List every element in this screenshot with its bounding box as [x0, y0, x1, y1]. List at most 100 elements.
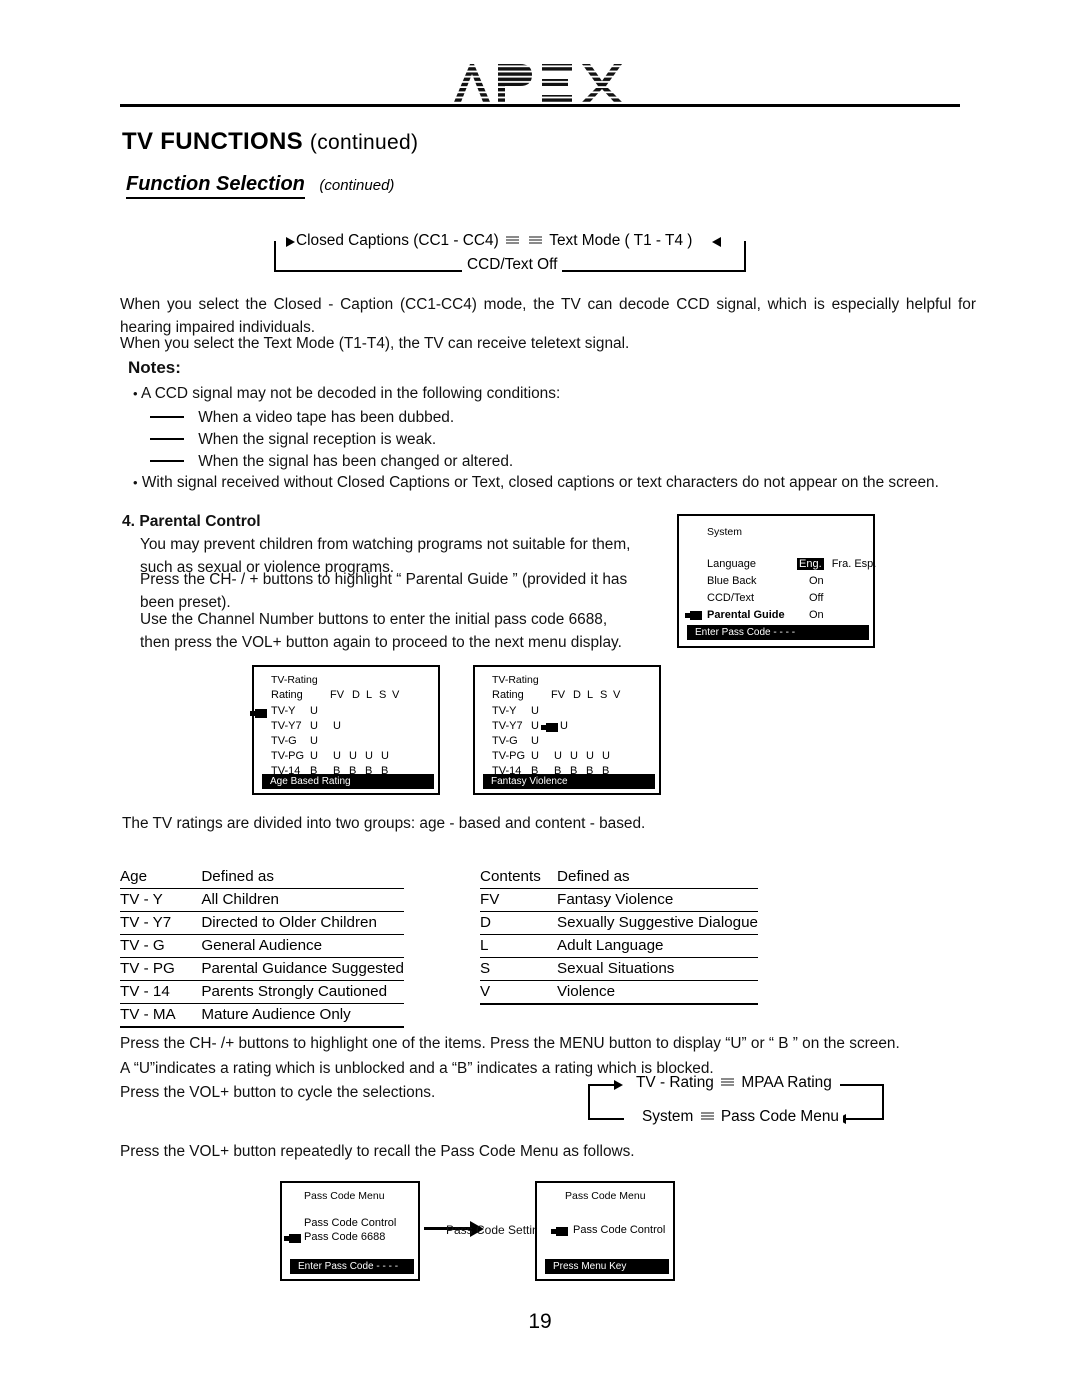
system-row-ccd-text-value[interactable]: Off	[809, 592, 823, 604]
selection-cursor-icon	[551, 1227, 568, 1236]
bullet-dot-icon: •	[133, 386, 138, 401]
tv-rating-left-age-tvy7[interactable]: U	[310, 720, 318, 732]
passcode-left-row-code[interactable]: Pass Code 6688	[304, 1231, 385, 1243]
tv-rating-left-fv-tvy7[interactable]: U	[333, 720, 341, 732]
selection-cursor-icon	[284, 1234, 301, 1243]
tv-rating-left-d-tvpg[interactable]: U	[349, 750, 357, 762]
system-row-blue-back-value[interactable]: On	[809, 575, 824, 587]
tv-rating-left-age-tvpg[interactable]: U	[310, 750, 318, 762]
tv-rating-osd-content-based: TV-Rating Rating FV D L S V TV-Y U TV-Y7…	[473, 665, 661, 795]
tv-rating-right-row-tvy7[interactable]: TV-Y7	[492, 720, 523, 732]
flow-ccd-text-off-label: CCD/Text Off	[462, 256, 563, 274]
tv-rating-right-fv-tvpg[interactable]: U	[554, 750, 562, 762]
parental-control-heading: 4. Parental Control	[122, 513, 261, 530]
system-row-parental-guide[interactable]: Parental Guide	[707, 609, 785, 621]
tv-rating-right-age-tvg[interactable]: U	[531, 735, 539, 747]
tv-rating-right-row-tvg[interactable]: TV-G	[492, 735, 518, 747]
tv-rating-left-row-tvpg[interactable]: TV-PG	[271, 750, 304, 762]
tv-rating-right-l-tvpg[interactable]: U	[586, 750, 594, 762]
bottom-paragraph-1: Press the CH- /+ buttons to highlight on…	[120, 1035, 900, 1052]
apex-logo-glyphs	[454, 63, 622, 102]
tv-rating-left-fv-tvpg[interactable]: U	[333, 750, 341, 762]
system-row-blue-back[interactable]: Blue Back	[707, 575, 757, 587]
age-table-header-row: Age Defined as	[120, 866, 404, 889]
flow2-tv-rating-label: TV - Rating	[636, 1074, 714, 1091]
age-rating-table: Age Defined as TV - Y All Children TV - …	[120, 866, 404, 1028]
contents-table-col2-header: Defined as	[551, 866, 758, 889]
tv-rating-right-age-tvy7[interactable]: U	[531, 720, 539, 732]
passcode-left-status-bar: Enter Pass Code - - - -	[290, 1259, 414, 1274]
system-row-language[interactable]: Language	[707, 558, 756, 570]
system-menu-osd: System Language Eng. Fra. Esp. Blue Back…	[677, 514, 876, 648]
flow2-system-label: System	[642, 1108, 694, 1125]
tv-rating-right-d-tvpg[interactable]: U	[570, 750, 578, 762]
tv-rating-left-age-tvg[interactable]: U	[310, 735, 318, 747]
flow2-right-connector	[882, 1084, 884, 1120]
age-def-tvy7: Directed to Older Children	[195, 911, 404, 935]
tv-rating-left-row-tvy[interactable]: TV-Y	[271, 705, 295, 717]
tv-rating-right-row-tvpg[interactable]: TV-PG	[492, 750, 525, 762]
switch-right-icon	[506, 235, 519, 246]
table-row: S Sexual Situations	[480, 957, 758, 981]
switch-left-icon	[721, 1077, 735, 1088]
passcode-right-status-bar: Press Menu Key	[545, 1259, 669, 1274]
switch-right-icon	[700, 1111, 714, 1122]
system-row-ccd-text[interactable]: CCD/Text	[707, 592, 754, 604]
tv-rating-right-row-tvy[interactable]: TV-Y	[492, 705, 516, 717]
selection-cursor-icon	[541, 723, 558, 732]
tv-rating-right-col-v: V	[613, 689, 621, 701]
notes-bullet-1-text: A CCD signal may not be decoded in the f…	[141, 385, 561, 402]
page-number: 19	[528, 1310, 552, 1333]
flow2-row-top: TV - Rating MPAA Rating	[632, 1074, 836, 1092]
tv-rating-right-s-tvpg[interactable]: U	[602, 750, 610, 762]
flow-arrow-right-icon	[286, 237, 295, 247]
age-def-tvpg: Parental Guidance Suggested	[195, 957, 404, 981]
passcode-right-row-control[interactable]: Pass Code Control	[573, 1224, 665, 1236]
dash-icon	[150, 416, 184, 418]
age-code-tvma: TV - MA	[120, 1003, 196, 1028]
tv-rating-right-col-l: L	[587, 689, 594, 701]
table-row: TV - Y All Children	[120, 888, 404, 912]
tv-rating-right-age-tvy[interactable]: U	[531, 705, 539, 717]
age-def-tvma: Mature Audience Only	[195, 1003, 404, 1028]
contents-def-s: Sexual Situations	[551, 957, 758, 981]
intro-paragraph-2: When you select the Text Mode (T1-T4), t…	[120, 335, 630, 352]
age-def-tvg: General Audience	[195, 934, 404, 958]
page-title-main: TV FUNCTIONS	[122, 128, 303, 155]
age-code-tvy7: TV - Y7	[120, 911, 196, 935]
tv-rating-left-col-fv: FV	[330, 689, 345, 701]
language-other-values: Fra. Esp.	[831, 558, 877, 570]
passcode-left-row-control[interactable]: Pass Code Control	[304, 1217, 396, 1229]
system-menu-title: System	[707, 526, 743, 538]
tv-rating-right-age-tvpg[interactable]: U	[531, 750, 539, 762]
system-row-parental-guide-value[interactable]: On	[809, 609, 824, 621]
flow2-pass-code-menu-label: Pass Code Menu	[720, 1108, 839, 1125]
tv-rating-left-l-tvpg[interactable]: U	[365, 750, 373, 762]
notes-dash-text-1: When a video tape has been dubbed.	[198, 409, 455, 426]
section-heading: Function Selection (continued)	[126, 173, 394, 199]
age-table-col1-header: Age	[120, 866, 196, 889]
tv-rating-right-fv-tvy7[interactable]: U	[560, 720, 568, 732]
table-row: L Adult Language	[480, 934, 758, 958]
tv-rating-right-title: TV-Rating	[492, 674, 539, 686]
tv-rating-left-s-tvpg[interactable]: U	[381, 750, 389, 762]
tv-rating-left-row-tvy7[interactable]: TV-Y7	[271, 720, 302, 732]
menu-cycle-flow-diagram: TV - Rating MPAA Rating System Pass Code…	[588, 1074, 888, 1126]
selection-cursor-icon	[685, 611, 702, 620]
flow2-bottom-left-line	[588, 1118, 624, 1120]
notes-dash-item-3: When the signal has been changed or alte…	[150, 450, 513, 473]
tv-rating-left-col-l: L	[366, 689, 373, 701]
tv-rating-left-status-bar: Age Based Rating	[262, 774, 434, 789]
table-row: D Sexually Suggestive Dialogue	[480, 911, 758, 935]
age-code-tvg: TV - G	[120, 934, 196, 958]
contents-code-v: V	[480, 980, 552, 1005]
table-row: TV - PG Parental Guidance Suggested	[120, 957, 404, 981]
apex-logo	[0, 60, 1080, 104]
system-row-language-value[interactable]: Eng. Fra. Esp.	[797, 558, 876, 570]
system-status-bar: Enter Pass Code - - - -	[687, 625, 869, 640]
tv-rating-left-col-d: D	[352, 689, 360, 701]
contents-rating-table: Contents Defined as FV Fantasy Violence …	[480, 866, 758, 1005]
tv-rating-left-row-tvg[interactable]: TV-G	[271, 735, 297, 747]
table-row: TV - MA Mature Audience Only	[120, 1003, 404, 1028]
tv-rating-left-age-tvy[interactable]: U	[310, 705, 318, 717]
